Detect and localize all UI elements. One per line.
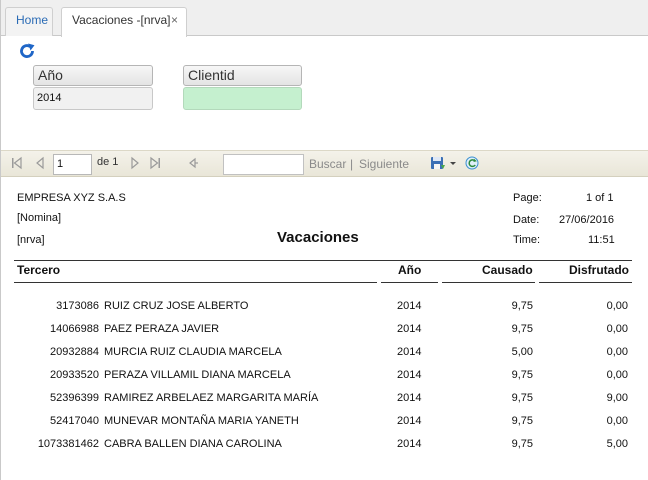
last-page-icon[interactable] [149,156,161,170]
table-row: 14066988 PAEZ PERAZA JAVIER 2014 9,75 0,… [1,323,648,341]
dropdown-icon[interactable] [449,156,457,170]
report-title: Vacaciones [277,229,359,246]
row-name: MUNEVAR MONTAÑA MARIA YANETH [104,415,299,427]
row-id: 20932884 [50,346,99,358]
toolbar-separator: | [350,157,354,171]
year-label: Año [33,65,153,86]
clientid-label: Clientid [183,65,302,86]
column-anio: Año [398,263,422,277]
row-year: 2014 [397,346,422,358]
reload-icon[interactable] [464,156,480,170]
row-disfrutado: 0,00 [606,323,628,335]
table-row: 52417040 MUNEVAR MONTAÑA MARIA YANETH 20… [1,415,648,433]
page-value: 1 of 1 [586,192,614,204]
row-year: 2014 [397,415,422,427]
column-causado: Causado [482,263,533,277]
page-label: Page: [513,192,542,204]
date-label: Date: [513,214,540,226]
row-id: 52396399 [50,392,99,404]
date-value: 27/06/2016 [559,214,615,226]
table-row: 52396399 RAMIREZ ARBELAEZ MARGARITA MARÍ… [1,392,648,410]
row-name: MURCIA RUIZ CLAUDIA MARCELA [104,346,282,358]
row-causado: 9,75 [511,415,533,427]
tab-bar: Home Vacaciones -[nrva] × [1,0,648,37]
find-input[interactable] [223,154,304,175]
row-id: 14066988 [50,323,99,335]
column-disfrutado: Disfrutado [569,263,629,277]
row-id: 52417040 [50,415,99,427]
row-name: PERAZA VILLAMIL DIANA MARCELA [104,369,291,381]
row-year: 2014 [397,438,422,450]
page-count-label: de 1 [97,156,119,168]
year-field[interactable]: 2014 [33,87,153,110]
table-row: 1073381462 CABRA BALLEN DIANA CAROLINA 2… [1,438,648,456]
report-module: [Nomina] [17,212,62,224]
next-page-icon[interactable] [129,156,141,170]
row-causado: 9,75 [511,438,533,450]
header-rule-anio [381,282,438,283]
app-window: Home Vacaciones -[nrva] × Año 2014 Clien… [0,0,648,480]
row-name: CABRA BALLEN DIANA CAROLINA [104,438,282,450]
row-causado: 9,75 [511,392,533,404]
tab-home[interactable]: Home [5,7,53,36]
refresh-icon[interactable] [18,42,36,60]
row-name: RUIZ CRUZ JOSE ALBERTO [104,300,249,312]
page-number-input[interactable]: 1 [53,154,92,175]
close-icon[interactable]: × [171,8,178,32]
find-link[interactable]: Buscar [309,157,346,171]
row-disfrutado: 0,00 [606,300,628,312]
row-disfrutado: 5,00 [606,438,628,450]
row-name: PAEZ PERAZA JAVIER [104,323,220,335]
report-code: [nrva] [17,234,45,246]
prev-page-icon[interactable] [34,156,46,170]
table-row: 3173086 RUIZ CRUZ JOSE ALBERTO 2014 9,75… [1,300,648,318]
row-causado: 9,75 [511,369,533,381]
back-icon[interactable] [187,156,199,170]
row-id: 1073381462 [37,438,99,450]
save-icon[interactable] [430,156,446,170]
row-year: 2014 [397,392,422,404]
time-label: Time: [513,234,541,246]
row-id: 3173086 [56,300,99,312]
header-top-rule [14,260,632,261]
row-year: 2014 [397,300,422,312]
row-disfrutado: 0,00 [606,415,628,427]
tab-vacaciones[interactable]: Vacaciones -[nrva] × [61,7,187,37]
row-name: RAMIREZ ARBELAEZ MARGARITA MARÍA [104,392,319,404]
row-disfrutado: 9,00 [606,392,628,404]
row-causado: 9,75 [511,323,533,335]
column-tercero: Tercero [17,263,61,277]
row-id: 20933520 [50,369,99,381]
clientid-field[interactable] [183,87,302,110]
report-toolbar: 1 de 1 Buscar | Siguiente [1,150,648,177]
row-disfrutado: 0,00 [606,369,628,381]
company-name: EMPRESA XYZ S.A.S [17,192,126,204]
table-row: 20932884 MURCIA RUIZ CLAUDIA MARCELA 201… [1,346,648,364]
row-disfrutado: 0,00 [606,346,628,358]
row-year: 2014 [397,369,422,381]
first-page-icon[interactable] [11,156,23,170]
tab-vacaciones-label: Vacaciones -[nrva] [72,13,171,27]
header-rule-tercero [14,282,377,283]
row-causado: 5,00 [511,346,533,358]
time-value: 11:51 [588,234,615,246]
header-rule-causado [442,282,535,283]
header-rule-disfrutado [539,282,632,283]
row-year: 2014 [397,323,422,335]
row-causado: 9,75 [511,300,533,312]
table-row: 20933520 PERAZA VILLAMIL DIANA MARCELA 2… [1,369,648,387]
next-link[interactable]: Siguiente [359,157,409,171]
